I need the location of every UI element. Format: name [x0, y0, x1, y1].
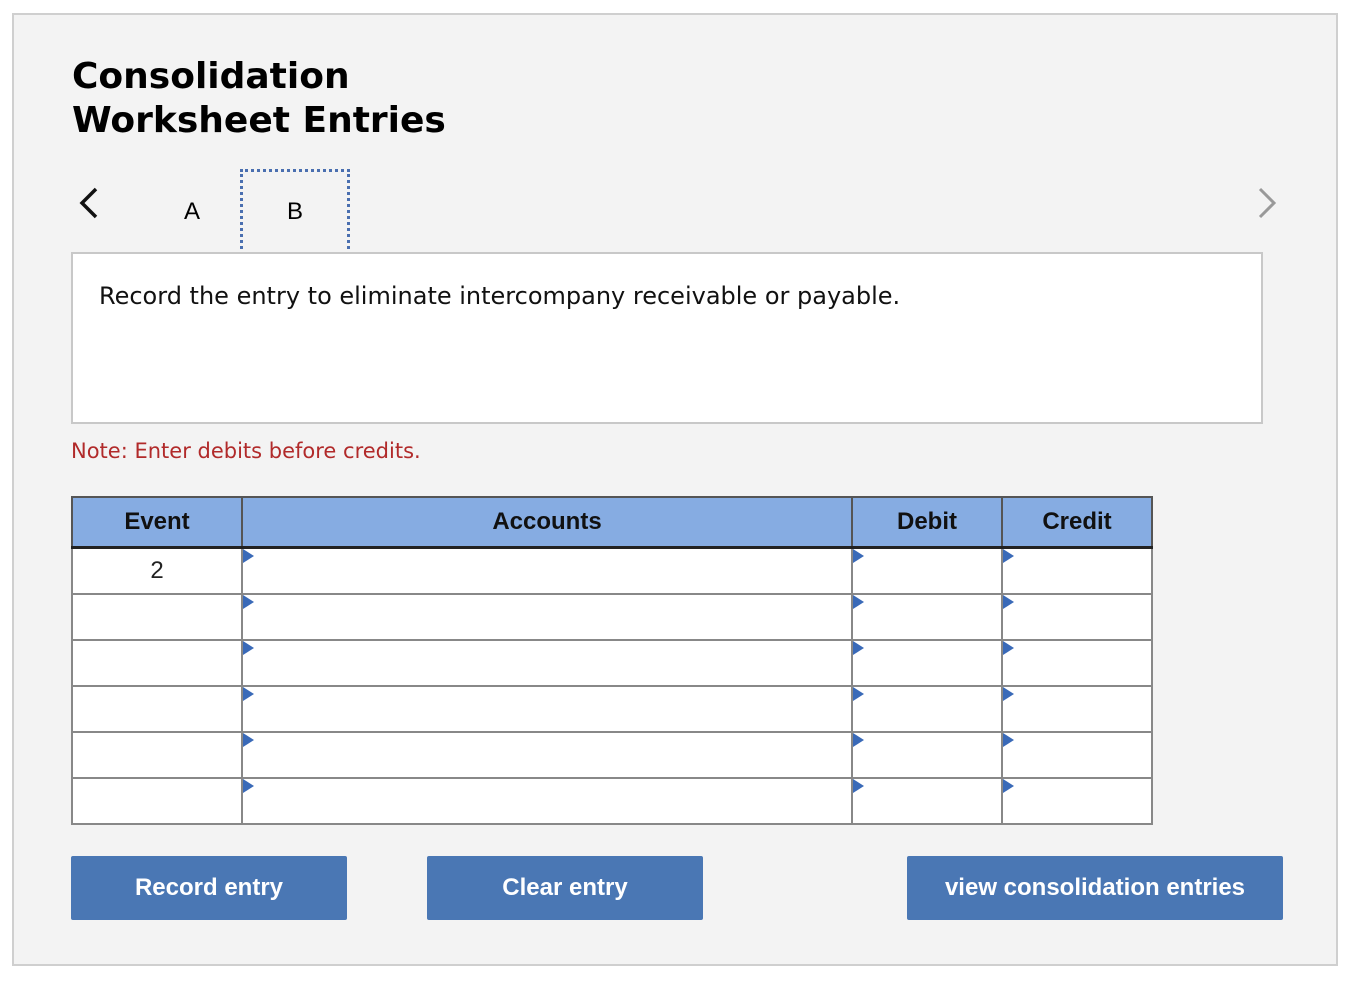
credit-cell[interactable]: [1001, 546, 1153, 595]
question-text: Record the entry to eliminate intercompa…: [99, 282, 901, 310]
account-input[interactable]: [243, 549, 851, 593]
credit-cell[interactable]: [1001, 639, 1153, 687]
debit-cell[interactable]: [851, 593, 1003, 641]
event-cell: [71, 731, 243, 779]
dropdown-triangle-icon: [853, 687, 864, 701]
event-cell: [71, 639, 243, 687]
dropdown-triangle-icon: [243, 595, 254, 609]
debit-input[interactable]: [853, 549, 1001, 593]
debit-input[interactable]: [853, 641, 1001, 685]
dropdown-triangle-icon: [1003, 595, 1014, 609]
dropdown-triangle-icon: [1003, 733, 1014, 747]
table-row: 2: [71, 546, 1153, 595]
prev-tab-button[interactable]: [76, 183, 104, 223]
event-cell: [71, 685, 243, 733]
credit-input[interactable]: [1003, 641, 1151, 685]
page-title-line1: Consolidation: [72, 56, 350, 97]
credit-input[interactable]: [1003, 595, 1151, 639]
dropdown-triangle-icon: [243, 687, 254, 701]
account-cell[interactable]: [241, 731, 853, 779]
debit-input[interactable]: [853, 779, 1001, 823]
record-entry-button[interactable]: Record entry: [71, 856, 347, 920]
tab-a[interactable]: A: [164, 169, 220, 255]
question-box: Record the entry to eliminate intercompa…: [71, 252, 1263, 424]
account-cell[interactable]: [241, 639, 853, 687]
event-cell: 2: [71, 546, 243, 595]
dropdown-triangle-icon: [243, 779, 254, 793]
tab-b[interactable]: B: [240, 169, 350, 255]
next-tab-button[interactable]: [1252, 183, 1280, 223]
worksheet-panel: Consolidation Worksheet Entries A B Reco…: [12, 13, 1338, 966]
dropdown-triangle-icon: [1003, 779, 1014, 793]
dropdown-triangle-icon: [243, 641, 254, 655]
debit-input[interactable]: [853, 733, 1001, 777]
credit-input[interactable]: [1003, 733, 1151, 777]
debit-cell[interactable]: [851, 685, 1003, 733]
clear-entry-button[interactable]: Clear entry: [427, 856, 703, 920]
event-cell: [71, 777, 243, 825]
header-event: Event: [71, 496, 243, 549]
debit-input[interactable]: [853, 687, 1001, 731]
view-consolidation-entries-button[interactable]: view consolidation entries: [907, 856, 1283, 920]
account-input[interactable]: [243, 687, 851, 731]
dropdown-triangle-icon: [1003, 641, 1014, 655]
header-accounts: Accounts: [241, 496, 853, 549]
table-row: [71, 639, 1153, 687]
account-cell[interactable]: [241, 593, 853, 641]
debit-cell[interactable]: [851, 639, 1003, 687]
credit-cell[interactable]: [1001, 685, 1153, 733]
header-debit: Debit: [851, 496, 1003, 549]
credit-cell[interactable]: [1001, 593, 1153, 641]
account-input[interactable]: [243, 641, 851, 685]
credit-cell[interactable]: [1001, 777, 1153, 825]
page-title: Consolidation Worksheet Entries: [72, 55, 446, 143]
debit-cell[interactable]: [851, 777, 1003, 825]
tab-b-label: B: [286, 198, 303, 225]
account-input[interactable]: [243, 779, 851, 823]
dropdown-triangle-icon: [1003, 687, 1014, 701]
account-cell[interactable]: [241, 685, 853, 733]
account-cell[interactable]: [241, 546, 853, 595]
debit-input[interactable]: [853, 595, 1001, 639]
event-cell: [71, 593, 243, 641]
chevron-left-icon: [79, 187, 98, 219]
header-credit: Credit: [1001, 496, 1153, 549]
tab-a-label: A: [183, 198, 200, 225]
dropdown-triangle-icon: [243, 733, 254, 747]
credit-cell[interactable]: [1001, 731, 1153, 779]
table-row: [71, 777, 1153, 825]
page-title-line2: Worksheet Entries: [72, 100, 446, 141]
dropdown-triangle-icon: [243, 549, 254, 563]
table-row: [71, 593, 1153, 641]
account-cell[interactable]: [241, 777, 853, 825]
dropdown-triangle-icon: [853, 549, 864, 563]
credit-input[interactable]: [1003, 549, 1151, 593]
account-input[interactable]: [243, 595, 851, 639]
table-row: [71, 685, 1153, 733]
dropdown-triangle-icon: [853, 595, 864, 609]
table-header-row: Event Accounts Debit Credit: [71, 496, 1153, 549]
dropdown-triangle-icon: [1003, 549, 1014, 563]
table-row: [71, 731, 1153, 779]
account-input[interactable]: [243, 733, 851, 777]
note-text: Note: Enter debits before credits.: [71, 439, 421, 463]
debit-cell[interactable]: [851, 731, 1003, 779]
dropdown-triangle-icon: [853, 779, 864, 793]
dropdown-triangle-icon: [853, 733, 864, 747]
debit-cell[interactable]: [851, 546, 1003, 595]
credit-input[interactable]: [1003, 779, 1151, 823]
credit-input[interactable]: [1003, 687, 1151, 731]
dropdown-triangle-icon: [853, 641, 864, 655]
journal-entry-table: Event Accounts Debit Credit 2: [71, 496, 1153, 825]
chevron-right-icon: [1258, 187, 1277, 219]
